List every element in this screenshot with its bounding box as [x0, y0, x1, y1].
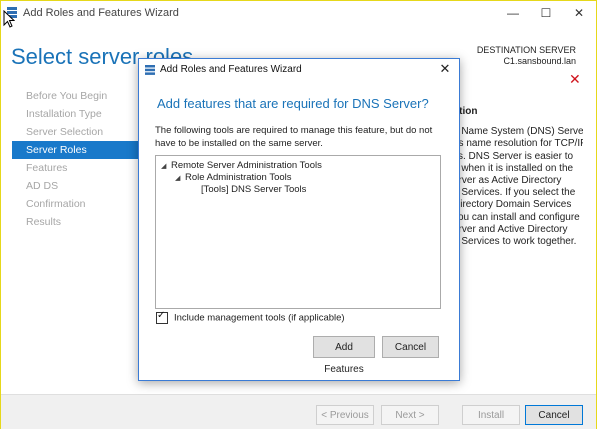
include-management-tools-checkbox[interactable] [156, 310, 168, 324]
mouse-cursor-icon [3, 10, 15, 28]
include-management-tools-row[interactable]: Include management tools (if applicable) [156, 310, 345, 324]
nav-item-server-selection[interactable]: Server Selection [12, 123, 139, 141]
close-window-button[interactable]: ✕ [569, 5, 589, 21]
include-management-tools-label: Include management tools (if applicable) [174, 312, 345, 324]
nav-item-ad-ds[interactable]: AD DS [12, 177, 139, 195]
dialog-cancel-button[interactable]: Cancel [382, 336, 439, 358]
required-features-tree[interactable]: ◢ Remote Server Administration Tools ◢ Rol… [155, 155, 441, 309]
dialog-close-button[interactable]: ✕ [437, 61, 453, 77]
dialog-title: Add Roles and Features Wizard [160, 64, 302, 75]
tree-item-label: Role Administration Tools [185, 172, 292, 183]
main-titlebar: Add Roles and Features Wizard — ☐ ✕ [1, 1, 596, 27]
previous-button[interactable]: < Previous [316, 405, 374, 425]
minimize-button[interactable]: — [503, 5, 523, 21]
description-line: erver as Active Directory [453, 175, 562, 187]
wizard-nav: Before You Begin Installation Type Serve… [12, 87, 139, 231]
cancel-button[interactable]: Cancel [525, 405, 583, 425]
install-button[interactable]: Install [462, 405, 520, 425]
destination-server-label: DESTINATION SERVER [476, 45, 576, 55]
description-line: n Services. If you select the [453, 187, 576, 199]
destination-server-name: C1.sansbound.lan [503, 56, 576, 66]
nav-item-server-roles[interactable]: Server Roles [12, 141, 139, 159]
description-line: you can install and configure [453, 211, 580, 223]
nav-item-results[interactable]: Results [12, 213, 139, 231]
nav-item-before-you-begin[interactable]: Before You Begin [12, 87, 139, 105]
tree-item[interactable]: ◢ Role Administration Tools [175, 172, 292, 184]
next-button[interactable]: Next > [381, 405, 439, 425]
description-line: n Services to work together. [453, 236, 577, 248]
description-line: e when it is installed on the [453, 162, 574, 174]
description-line: ks. DNS Server is easier to [453, 150, 574, 162]
dialog-heading: Add features that are required for DNS S… [157, 96, 429, 111]
server-manager-icon [145, 65, 155, 75]
dialog-description: The following tools are required to mana… [155, 125, 433, 149]
error-x-icon[interactable]: ✕ [569, 71, 581, 88]
nav-item-confirmation[interactable]: Confirmation [12, 195, 139, 213]
add-features-button[interactable]: Add Features [313, 336, 375, 375]
wizard-footer: < Previous Next > Install Cancel [1, 394, 596, 429]
tree-item[interactable]: ◢ Remote Server Administration Tools [161, 160, 322, 172]
nav-item-installation-type[interactable]: Installation Type [12, 105, 139, 123]
maximize-button[interactable]: ☐ [536, 5, 556, 21]
role-description-panel: ption n Name System (DNS) Server es name… [453, 106, 583, 248]
add-features-dialog: Add Roles and Features Wizard ✕ Add feat… [138, 58, 460, 381]
description-line: es name resolution for TCP/IP [453, 138, 583, 150]
tree-item-label: [Tools] DNS Server Tools [201, 184, 307, 195]
main-window-title: Add Roles and Features Wizard [23, 7, 179, 19]
description-line: n Name System (DNS) Server [453, 126, 583, 138]
expanded-arrow-icon[interactable]: ◢ [161, 161, 171, 173]
description-line: erver and Active Directory [453, 223, 568, 235]
nav-item-features[interactable]: Features [12, 159, 139, 177]
tree-item-label: Remote Server Administration Tools [171, 160, 322, 171]
expanded-arrow-icon[interactable]: ◢ [175, 173, 185, 185]
dialog-titlebar: Add Roles and Features Wizard ✕ [139, 59, 459, 81]
description-header: ption [453, 106, 478, 117]
tree-item[interactable]: [Tools] DNS Server Tools [201, 184, 306, 196]
description-line: Directory Domain Services [453, 199, 572, 211]
